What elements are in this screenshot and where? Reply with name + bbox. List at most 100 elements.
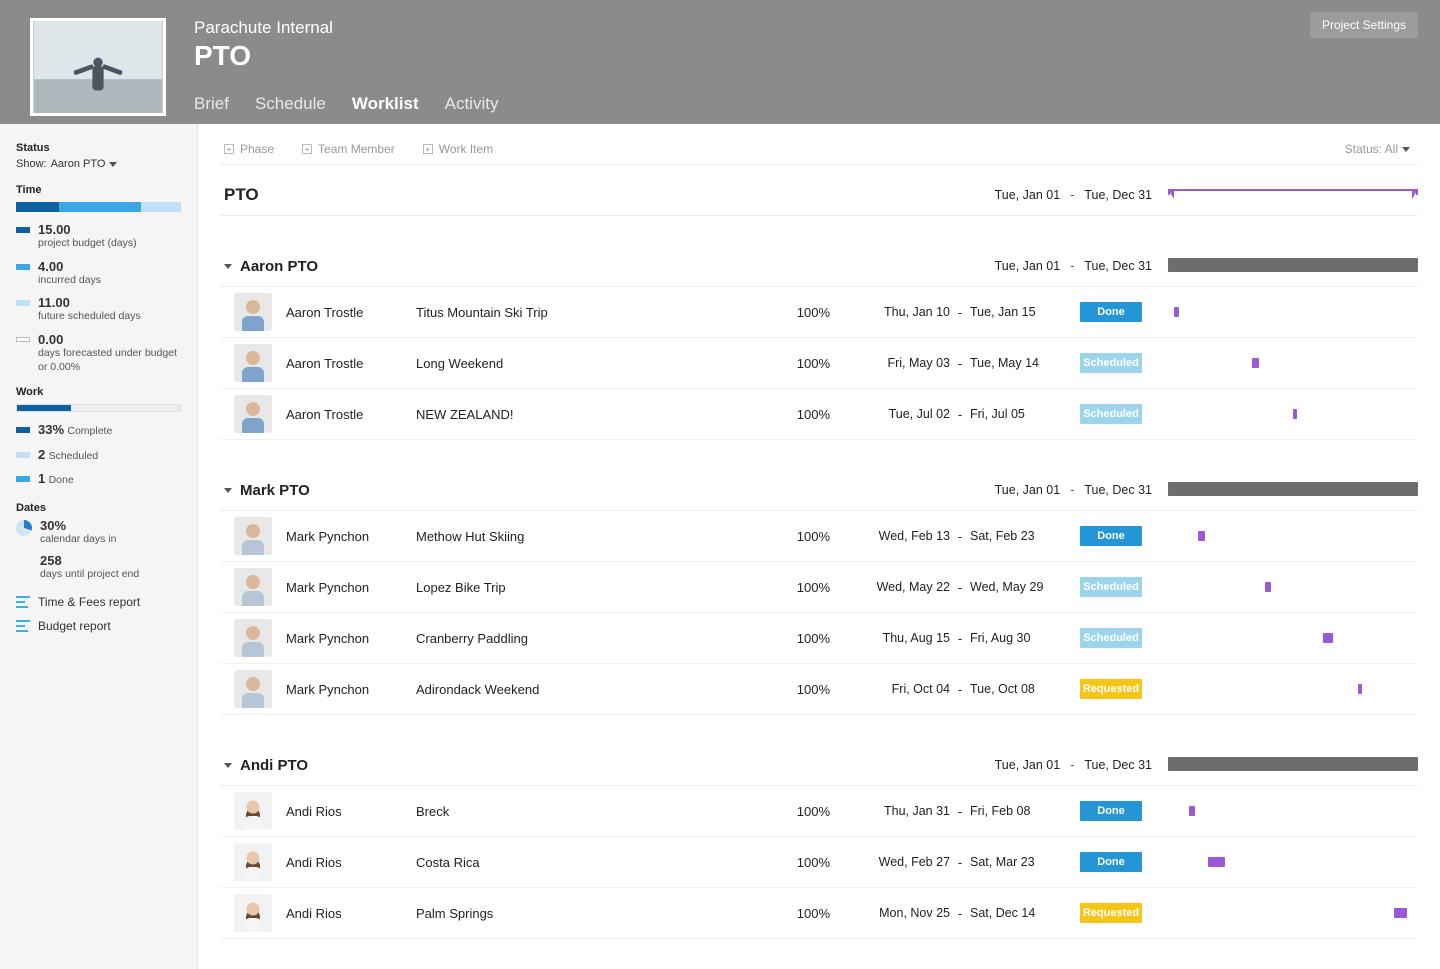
project-settings-button[interactable]: Project Settings: [1310, 12, 1418, 38]
allocation-pct: 100%: [770, 356, 830, 371]
section-end: Tue, Dec 31: [1084, 259, 1152, 273]
col-work-item[interactable]: +Work Item: [423, 142, 493, 156]
row-end-date: Sat, Feb 23: [970, 529, 1060, 543]
row-end-date: Tue, Jan 15: [970, 305, 1060, 319]
row-start-date: Thu, Jan 31: [860, 804, 950, 818]
member-name: Aaron Trostle: [286, 407, 416, 422]
member-name: Mark Pynchon: [286, 580, 416, 595]
member-name: Andi Rios: [286, 804, 416, 819]
work-item-title: Breck: [416, 804, 770, 819]
chevron-down-icon: [1402, 147, 1410, 152]
legend-chip: [16, 337, 30, 342]
sidebar-status-heading: Status: [16, 142, 181, 154]
status-badge[interactable]: Scheduled: [1080, 628, 1142, 648]
allocation-pct: 100%: [770, 906, 830, 921]
allocation-pct: 100%: [770, 804, 830, 819]
worklist-content: +Phase +Team Member +Work Item Status: A…: [198, 124, 1440, 969]
row-end-date: Sat, Dec 14: [970, 906, 1060, 920]
work-row[interactable]: Andi Rios Costa Rica 100% Wed, Feb 27 - …: [220, 837, 1418, 888]
metric-value: 1: [38, 471, 45, 486]
gantt-cell: [1168, 901, 1418, 925]
work-item-title: Palm Springs: [416, 906, 770, 921]
row-start-date: Wed, Feb 27: [860, 855, 950, 869]
row-start-date: Wed, May 22: [860, 580, 950, 594]
work-row[interactable]: Andi Rios Breck 100% Thu, Jan 31 - Fri, …: [220, 786, 1418, 837]
metric-label: Done: [49, 474, 74, 486]
collapse-icon[interactable]: [224, 264, 232, 269]
metric-label: Complete: [67, 425, 112, 437]
member-name: Mark Pynchon: [286, 631, 416, 646]
member-name: Andi Rios: [286, 855, 416, 870]
report-link[interactable]: Budget report: [16, 619, 181, 633]
metric-label: incurred days: [38, 274, 101, 288]
avatar: [234, 894, 272, 932]
status-badge[interactable]: Done: [1080, 526, 1142, 546]
gantt-cell: [1168, 254, 1418, 278]
avatar: [234, 568, 272, 606]
gantt-cell: [1168, 753, 1418, 777]
status-badge[interactable]: Requested: [1080, 679, 1142, 699]
tab-worklist[interactable]: Worklist: [352, 94, 419, 114]
work-row[interactable]: Mark Pynchon Methow Hut Skiing 100% Wed,…: [220, 511, 1418, 562]
work-row[interactable]: Aaron Trostle Long Weekend 100% Fri, May…: [220, 338, 1418, 389]
member-name: Andi Rios: [286, 906, 416, 921]
work-row[interactable]: Aaron Trostle Titus Mountain Ski Trip 10…: [220, 287, 1418, 338]
row-end-date: Tue, Oct 08: [970, 682, 1060, 696]
gantt-cell: [1168, 626, 1418, 650]
metric-value: 11.00: [38, 295, 70, 310]
gantt-cell: [1168, 478, 1418, 502]
member-name: Mark Pynchon: [286, 529, 416, 544]
legend-chip: [16, 452, 30, 458]
time-progress-bar: [16, 202, 181, 212]
work-row[interactable]: Mark Pynchon Adirondack Weekend 100% Fri…: [220, 664, 1418, 715]
work-row[interactable]: Mark Pynchon Lopez Bike Trip 100% Wed, M…: [220, 562, 1418, 613]
allocation-pct: 100%: [770, 682, 830, 697]
section-header[interactable]: Mark PTO Tue, Jan 01 - Tue, Dec 31: [220, 470, 1418, 511]
col-member[interactable]: +Team Member: [302, 142, 395, 156]
row-start-date: Thu, Aug 15: [860, 631, 950, 645]
metric-label: Scheduled: [49, 450, 99, 462]
report-link[interactable]: Time & Fees report: [16, 595, 181, 609]
org-name: Parachute Internal: [194, 18, 498, 38]
status-badge[interactable]: Done: [1080, 801, 1142, 821]
section-header[interactable]: Andi PTO Tue, Jan 01 - Tue, Dec 31: [220, 745, 1418, 786]
section-start: Tue, Jan 01: [995, 259, 1061, 273]
tab-activity[interactable]: Activity: [445, 94, 499, 114]
section-header[interactable]: PTO Tue, Jan 01 - Tue, Dec 31: [220, 175, 1418, 216]
allocation-pct: 100%: [770, 580, 830, 595]
tab-schedule[interactable]: Schedule: [255, 94, 326, 114]
days-remaining-label: days until project end: [40, 568, 139, 582]
sidebar: Status Show: Aaron PTO Time 15.00 projec…: [0, 124, 198, 969]
hero-header: Parachute Internal PTO BriefScheduleWork…: [0, 0, 1440, 124]
work-row[interactable]: Mark Pynchon Cranberry Paddling 100% Thu…: [220, 613, 1418, 664]
status-badge[interactable]: Scheduled: [1080, 353, 1142, 373]
status-filter-dropdown[interactable]: Status: All: [1345, 142, 1410, 156]
work-item-title: NEW ZEALAND!: [416, 407, 770, 422]
member-name: Aaron Trostle: [286, 305, 416, 320]
section-header[interactable]: Aaron PTO Tue, Jan 01 - Tue, Dec 31: [220, 246, 1418, 287]
status-badge[interactable]: Done: [1080, 852, 1142, 872]
column-headers: +Phase +Team Member +Work Item Status: A…: [220, 138, 1418, 165]
work-row[interactable]: Aaron Trostle NEW ZEALAND! 100% Tue, Jul…: [220, 389, 1418, 440]
tab-brief[interactable]: Brief: [194, 94, 229, 114]
collapse-icon[interactable]: [224, 763, 232, 768]
row-start-date: Tue, Jul 02: [860, 407, 950, 421]
work-row[interactable]: Andi Rios Palm Springs 100% Mon, Nov 25 …: [220, 888, 1418, 939]
pie-icon: [16, 520, 32, 536]
section-title: Mark PTO: [240, 482, 310, 499]
work-progress-bar: [16, 404, 181, 412]
avatar: [234, 293, 272, 331]
gantt-cell: [1168, 351, 1418, 375]
gantt-cell: [1168, 402, 1418, 426]
metric-value: 2: [38, 447, 45, 462]
status-badge[interactable]: Scheduled: [1080, 404, 1142, 424]
metric-label: project budget (days): [38, 237, 137, 251]
status-badge[interactable]: Done: [1080, 302, 1142, 322]
sidebar-time-heading: Time: [16, 184, 181, 196]
status-badge[interactable]: Requested: [1080, 903, 1142, 923]
status-show-dropdown[interactable]: Show: Aaron PTO: [16, 158, 181, 170]
calendar-pct-label: calendar days in: [40, 533, 139, 547]
col-phase[interactable]: +Phase: [224, 142, 274, 156]
collapse-icon[interactable]: [224, 488, 232, 493]
status-badge[interactable]: Scheduled: [1080, 577, 1142, 597]
